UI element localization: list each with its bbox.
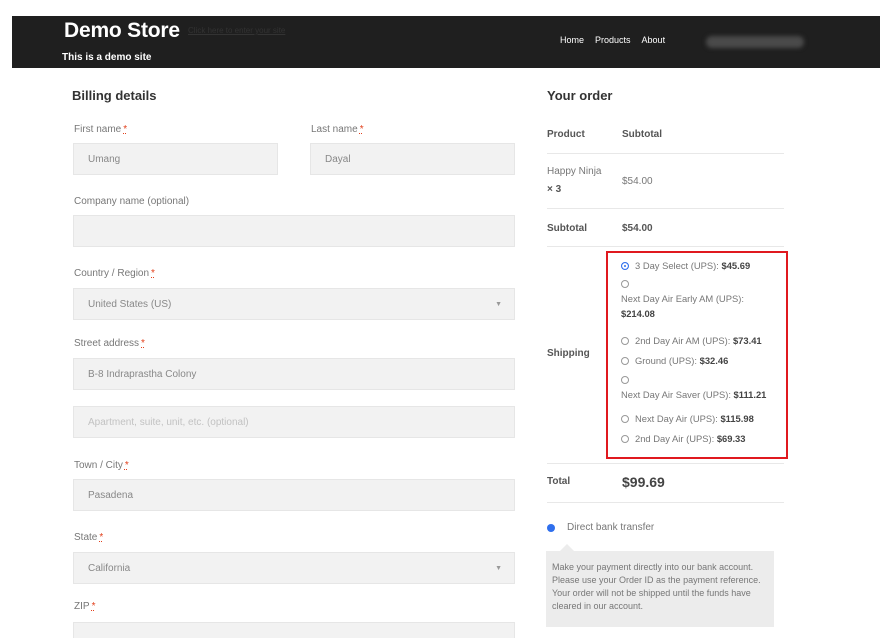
shipping-option-ground[interactable]: Ground (UPS): $32.46 (621, 355, 728, 366)
main-nav: Home Products About (560, 35, 665, 45)
radio-button[interactable] (621, 280, 629, 288)
shipping-option-next-day-air-saver[interactable]: Next Day Air Saver (UPS): $111.21 (621, 374, 766, 400)
site-header: Demo Store Click here to enter your site… (12, 16, 880, 68)
shipping-label: Shipping (547, 348, 590, 359)
radio-button[interactable] (621, 376, 629, 384)
company-input[interactable] (73, 215, 515, 247)
nav-about[interactable]: About (642, 35, 666, 45)
order-item-qty: × 3 (547, 184, 562, 195)
company-label: Company name (optional) (74, 196, 190, 207)
zip-label: ZIP * (74, 601, 96, 612)
city-label: Town / City * (74, 460, 129, 471)
subtotal-value: $54.00 (622, 223, 653, 234)
divider (547, 502, 784, 503)
payment-method-label[interactable]: Direct bank transfer (567, 522, 654, 533)
state-select[interactable]: California ▼ (73, 552, 515, 584)
billing-title: Billing details (72, 88, 157, 103)
order-item-name: Happy Ninja (547, 166, 602, 177)
zip-input[interactable] (73, 622, 515, 638)
nav-products[interactable]: Products (595, 35, 631, 45)
last-name-label: Last name * (311, 124, 364, 135)
city-input[interactable]: Pasadena (73, 479, 515, 511)
radio-button[interactable] (621, 357, 629, 365)
total-value: $99.69 (622, 474, 665, 490)
radio-button[interactable] (621, 415, 629, 423)
street-address-input[interactable]: B-8 Indraprastha Colony (73, 358, 515, 390)
state-label: State * (74, 532, 104, 543)
radio-button[interactable] (621, 262, 629, 270)
shipping-option-3-day-select[interactable]: 3 Day Select (UPS): $45.69 (621, 260, 750, 271)
divider (547, 246, 784, 247)
divider (547, 153, 784, 154)
payment-box-notch (560, 544, 574, 551)
skip-link[interactable]: Click here to enter your site (188, 26, 285, 35)
subtotal-column-header: Subtotal (622, 129, 662, 140)
shipping-option-2nd-day-air-am[interactable]: 2nd Day Air AM (UPS): $73.41 (621, 335, 762, 346)
shipping-option-next-day-air[interactable]: Next Day Air (UPS): $115.98 (621, 413, 754, 424)
radio-button[interactable] (621, 337, 629, 345)
country-select[interactable]: United States (US) ▼ (73, 288, 515, 320)
apartment-input[interactable]: Apartment, suite, unit, etc. (optional) (73, 406, 515, 438)
street-label: Street address * (74, 338, 145, 349)
state-select-value: California (88, 562, 131, 574)
site-tagline: This is a demo site (62, 52, 152, 63)
shipping-option-2nd-day-air[interactable]: 2nd Day Air (UPS): $69.33 (621, 433, 746, 444)
payment-description: Make your payment directly into our bank… (546, 551, 774, 627)
chevron-down-icon: ▼ (495, 301, 502, 308)
order-item-subtotal: $54.00 (622, 176, 653, 187)
blurred-nav-item (706, 36, 804, 48)
radio-button[interactable] (621, 435, 629, 443)
country-label: Country / Region * (74, 268, 155, 279)
subtotal-label: Subtotal (547, 223, 587, 234)
order-title: Your order (547, 88, 613, 103)
last-name-input[interactable]: Dayal (310, 143, 515, 175)
site-title[interactable]: Demo Store (64, 19, 180, 43)
divider (547, 463, 784, 464)
shipping-option-next-day-air-early-am[interactable]: Next Day Air Early AM (UPS): $214.08 (621, 278, 744, 319)
product-column-header: Product (547, 129, 585, 140)
nav-home[interactable]: Home (560, 35, 584, 45)
first-name-input[interactable]: Umang (73, 143, 278, 175)
total-label: Total (547, 476, 571, 487)
country-select-value: United States (US) (88, 298, 172, 310)
chevron-down-icon: ▼ (495, 565, 502, 572)
divider (547, 208, 784, 209)
first-name-label: First name * (74, 124, 128, 135)
payment-radio-selected[interactable] (547, 524, 555, 532)
